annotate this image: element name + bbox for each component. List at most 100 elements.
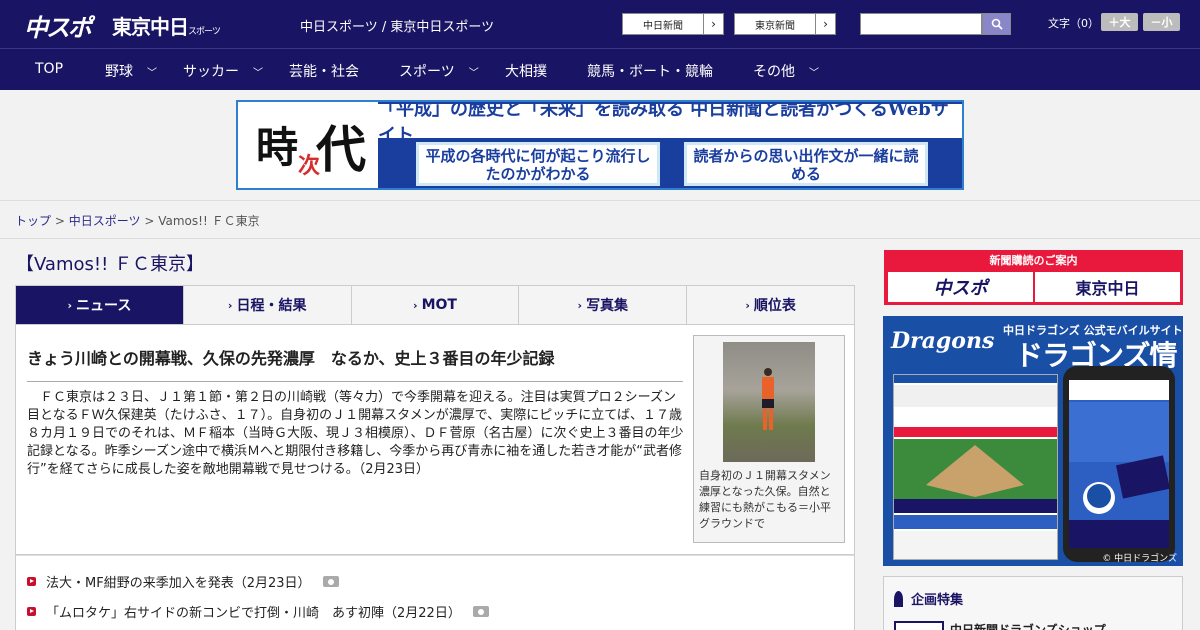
- tab-label: MOT: [421, 297, 457, 313]
- nav-label: 芸能・社会: [289, 64, 359, 80]
- nav-label: スポーツ: [399, 64, 455, 80]
- bullet-icon: [27, 607, 36, 616]
- player-figure: [762, 368, 774, 430]
- breadcrumb: トップ > 中日スポーツ > Vamos!! ＦＣ東京: [15, 212, 260, 229]
- feature-title-text: 企画特集: [911, 593, 964, 608]
- chevron-right-icon: ›: [745, 298, 750, 312]
- article-body: ＦＣ東京は２３日、Ｊ１第１節・第２日の川崎戦（等々力）で今季開幕を迎える。注目は…: [27, 390, 684, 477]
- page-title: 【Vamos!! ＦＣ東京】: [16, 254, 205, 275]
- chevron-right-icon: ›: [227, 298, 233, 312]
- tab-mot[interactable]: › MOT: [352, 286, 520, 324]
- nav-item-soccer[interactable]: サッカー ﹀: [183, 61, 263, 81]
- mascot-icon: [1069, 380, 1171, 548]
- breadcrumb-section-link[interactable]: 中日スポーツ: [69, 214, 141, 228]
- tab-label: 日程・結果: [236, 298, 307, 314]
- scoreboard-screenshot: [893, 374, 1058, 560]
- chunichi-shimbun-label: 中日新聞: [643, 20, 683, 32]
- breadcrumb-separator: >: [54, 214, 65, 228]
- nav-item-sumo[interactable]: 大相撲: [505, 61, 547, 81]
- bullet-icon: [27, 577, 36, 586]
- search-input[interactable]: [860, 13, 982, 35]
- subscription-banner[interactable]: 新聞購読のご案内 中スポ 東京中日: [884, 250, 1183, 305]
- nav-item-others[interactable]: その他 ﹀: [753, 61, 819, 81]
- breadcrumb-separator: >: [144, 214, 155, 228]
- chevron-down-icon: ﹀: [468, 67, 479, 79]
- article-photo[interactable]: [723, 342, 815, 462]
- news-list: 法大・MF紺野の来季加入を発表（2月23日） 「ムロタケ」右サイドの新コンビで打…: [15, 555, 855, 630]
- smartphone-graphic: [1063, 366, 1175, 562]
- tab-standings[interactable]: › 順位表: [687, 286, 854, 324]
- banner-area: 時 次 代 「平成」の歴史と「未来」を読み取る 中日新聞と読者がつくるWebサイ…: [0, 90, 1200, 200]
- chevron-down-icon: ﹀: [809, 67, 819, 79]
- baseball-field-graphic: [894, 375, 1057, 559]
- chuspo-subscribe-logo[interactable]: 中スポ: [888, 272, 1033, 302]
- camera-icon: [322, 576, 339, 587]
- nav-item-baseball[interactable]: 野球 ﹀: [105, 61, 157, 81]
- article-photo-box: 自身初のＪ１開幕スタメン濃厚となった久保。自然と練習にも熱がこもる＝小平グラウン…: [693, 335, 845, 543]
- font-larger-button[interactable]: ＋大: [1101, 13, 1138, 31]
- section-tabs: › ニュース › 日程・結果 › MOT › 写真集 › 順位表: [15, 285, 855, 325]
- banner-logo-dai: 代: [316, 120, 366, 179]
- dragons-script-logo: Dragons: [891, 328, 995, 354]
- nav-label: 野球: [105, 64, 133, 80]
- tab-schedule[interactable]: › 日程・結果: [184, 286, 352, 324]
- jidai-banner-ad[interactable]: 時 次 代 「平成」の歴史と「未来」を読み取る 中日新聞と読者がつくるWebサイ…: [236, 100, 964, 190]
- photo-caption: 自身初のＪ１開幕スタメン濃厚となった久保。自然と練習にも熱がこもる＝小平グラウン…: [699, 469, 831, 530]
- dragons-mobile-ad[interactable]: Dragons 中日ドラゴンズ 公式モバイルサイト ドラゴンズ情報: [883, 316, 1183, 566]
- nav-item-racing[interactable]: 競馬・ボート・競輪: [587, 61, 713, 81]
- chevron-right-icon: ›: [815, 14, 835, 34]
- banner-logo: 時 次 代: [238, 102, 378, 188]
- chuspo-logo[interactable]: 中スポ: [24, 8, 92, 43]
- tab-label: ニュース: [76, 298, 132, 314]
- tokyo-chunichi-logo[interactable]: 東京中日スポーツ: [112, 11, 221, 40]
- chevron-right-icon: ›: [577, 298, 583, 312]
- nav-label: その他: [753, 64, 795, 80]
- chevron-down-icon: ﹀: [147, 67, 157, 79]
- breadcrumb-current: Vamos!! ＦＣ東京: [158, 214, 260, 228]
- dragons-shop-link[interactable]: 中日新聞ドラゴンズショップ: [950, 621, 1106, 630]
- chevron-right-icon: ›: [67, 298, 73, 312]
- dragons-copyright: © 中日ドラゴンズ: [1102, 554, 1177, 564]
- news-link[interactable]: 「ムロタケ」右サイドの新コンビで打倒・川崎 あす初陣（2月22日）: [46, 602, 461, 621]
- nav-label: TOP: [35, 61, 64, 77]
- list-item[interactable]: 法大・MF紺野の来季加入を発表（2月23日）: [27, 572, 339, 591]
- nav-item-top[interactable]: TOP: [35, 61, 63, 77]
- nav-item-sports[interactable]: スポーツ ﹀: [399, 61, 479, 81]
- search-button[interactable]: [982, 13, 1011, 35]
- banner-logo-ji: 時: [256, 123, 299, 172]
- breadcrumb-bar: トップ > 中日スポーツ > Vamos!! ＦＣ東京: [0, 200, 1200, 239]
- camera-icon: [472, 606, 489, 617]
- subscription-heading: 新聞購読のご案内: [989, 254, 1078, 267]
- tokyo-shimbun-button[interactable]: 東京新聞 ›: [734, 13, 836, 35]
- shop-thumbnail[interactable]: [894, 621, 944, 630]
- tab-photos[interactable]: › 写真集: [519, 286, 688, 324]
- tab-label: 写真集: [586, 298, 629, 314]
- tokyo-subscribe-logo[interactable]: 東京中日: [1035, 272, 1180, 302]
- banner-box-history: 平成の各時代に何が起こり流行したのかがわかる: [416, 142, 660, 186]
- news-link[interactable]: 法大・MF紺野の来季加入を発表（2月23日）: [46, 572, 311, 591]
- chunichi-shimbun-button[interactable]: 中日新聞 ›: [622, 13, 724, 35]
- ribbon-icon: [894, 590, 903, 607]
- nav-label: 競馬・ボート・競輪: [587, 64, 713, 80]
- tokyo-logo-sub: スポーツ: [188, 27, 221, 37]
- list-item[interactable]: 「ムロタケ」右サイドの新コンビで打倒・川崎 あす初陣（2月22日）: [27, 602, 489, 621]
- banner-box-memories: 読者からの思い出作文が一緒に読める: [684, 142, 928, 186]
- site-title: 中日スポーツ / 東京中日スポーツ: [300, 20, 495, 35]
- tokyo-logo-text: 東京中日: [112, 15, 189, 39]
- nav-item-entertainment[interactable]: 芸能・社会: [289, 61, 359, 81]
- tokyo-shimbun-label: 東京新聞: [755, 20, 795, 32]
- chevron-right-icon: ›: [703, 14, 723, 34]
- feature-box: 企画特集 中日新聞ドラゴンズショップ: [883, 576, 1183, 630]
- font-smaller-button[interactable]: －小: [1143, 13, 1180, 31]
- breadcrumb-home-link[interactable]: トップ: [15, 214, 51, 228]
- search-icon: [991, 18, 1003, 30]
- nav-label: 大相撲: [505, 64, 547, 80]
- top-header: 中スポ 東京中日スポーツ 中日スポーツ / 東京中日スポーツ 中日新聞 › 東京…: [0, 0, 1200, 48]
- phone-screen: [1069, 380, 1171, 548]
- banner-headline: 「平成」の歴史と「未来」を読み取る 中日新聞と読者がつくるWebサイト: [378, 102, 962, 146]
- feature-title: 企画特集: [894, 589, 963, 608]
- main-nav: TOP 野球 ﹀ サッカー ﹀ 芸能・社会 スポーツ ﹀ 大相撲 競馬・ボート・競輪 …: [0, 48, 1200, 90]
- article: きょう川崎との開幕戦、久保の先発濃厚 なるか、史上３番目の年少記録 ＦＣ東京は２…: [15, 325, 855, 555]
- tab-news[interactable]: › ニュース: [16, 286, 184, 324]
- nav-label: サッカー: [183, 64, 239, 80]
